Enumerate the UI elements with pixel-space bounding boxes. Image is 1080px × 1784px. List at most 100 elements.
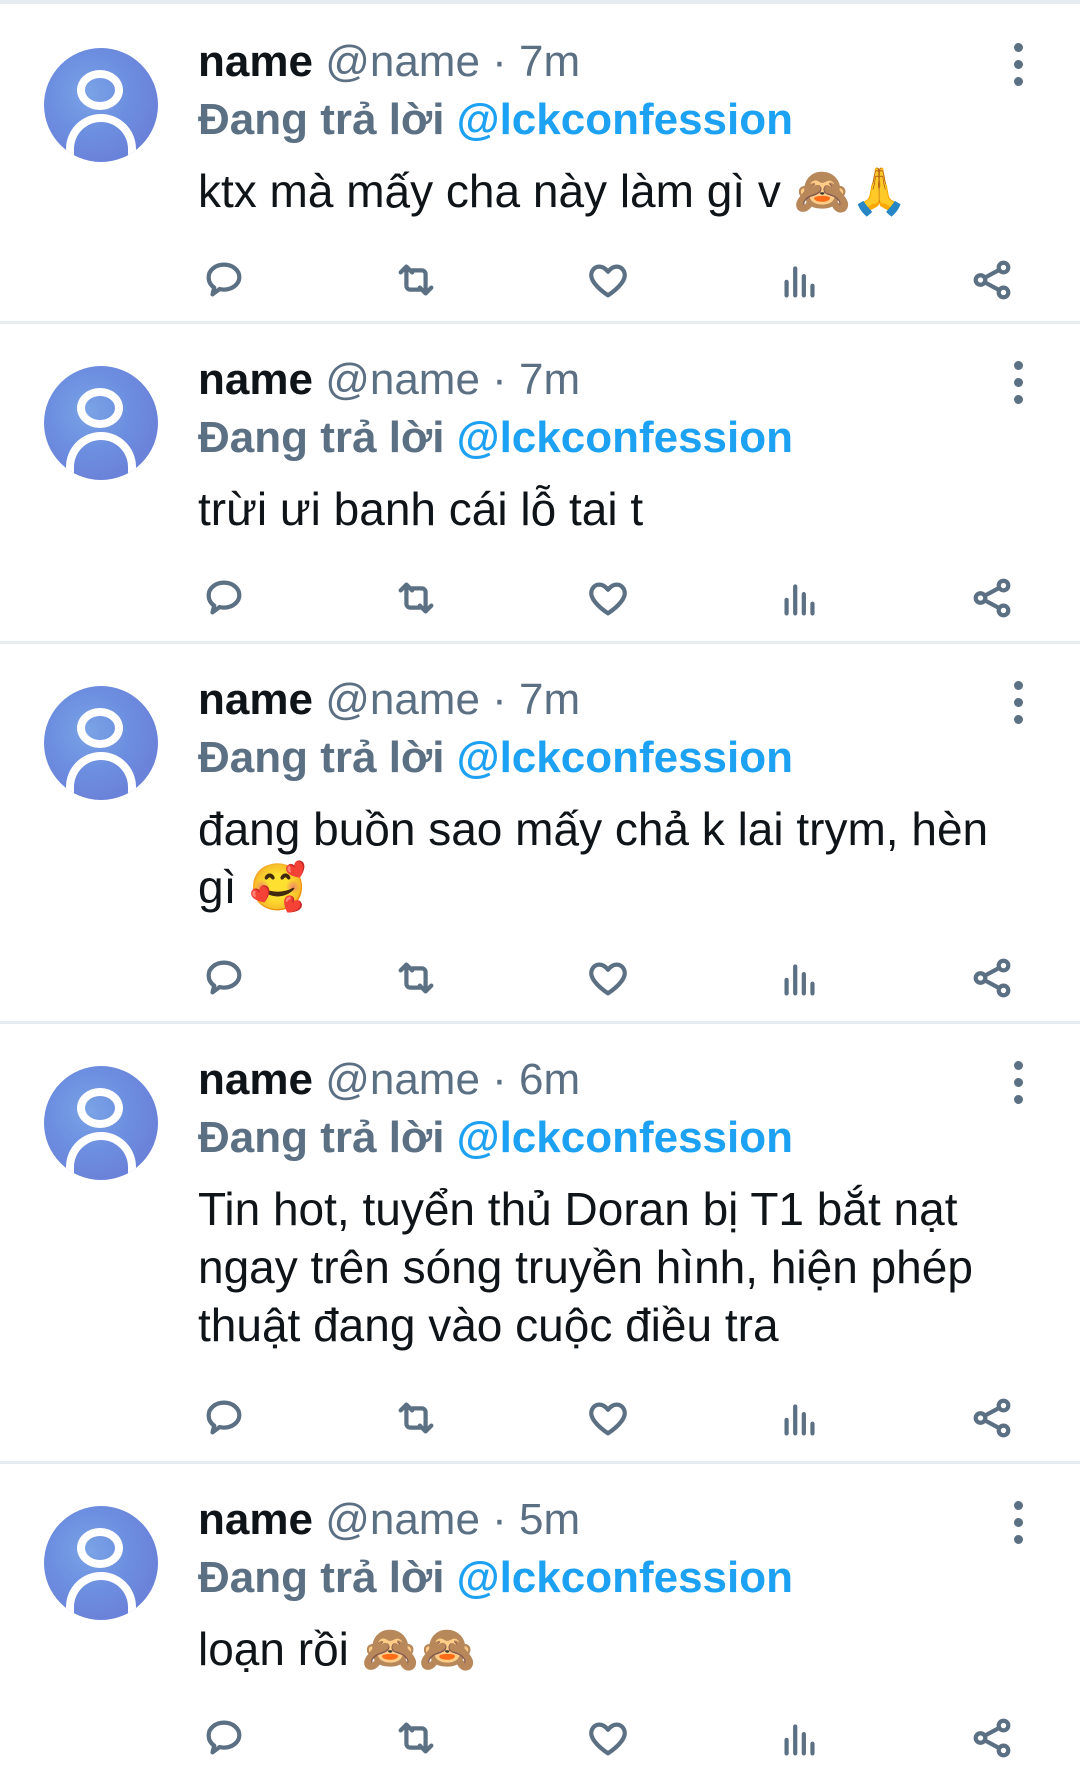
analytics-icon <box>784 1724 815 1756</box>
analytics-icon <box>784 1404 815 1436</box>
reply-context: Đang trả lời @lckconfession <box>198 1550 1020 1606</box>
reply-handle-link[interactable]: @lckconfession <box>457 95 793 144</box>
share-icon <box>973 1718 1011 1758</box>
reply-button[interactable] <box>198 952 250 1004</box>
like-button[interactable] <box>582 1392 634 1444</box>
display-name[interactable]: name <box>198 675 313 724</box>
analytics-button[interactable] <box>774 952 826 1004</box>
analytics-button[interactable] <box>774 254 826 306</box>
more-vertical-icon[interactable] <box>1006 672 1030 732</box>
timestamp[interactable]: 6m <box>519 1055 580 1104</box>
like-button[interactable] <box>582 1712 634 1764</box>
reply-handle-link[interactable]: @lckconfession <box>457 1553 793 1602</box>
analytics-button[interactable] <box>774 1712 826 1764</box>
reply-prefix: Đang trả lời <box>198 1553 445 1602</box>
reply-button[interactable] <box>198 254 250 306</box>
retweet-button[interactable] <box>390 1392 442 1444</box>
tweet-header: name @name · 6m <box>198 1052 1020 1108</box>
heart-icon <box>589 962 627 996</box>
tweet-text: Tin hot, tuyển thủ Doran bị T1 bắt nạt n… <box>198 1183 973 1351</box>
reply-button[interactable] <box>198 1392 250 1444</box>
avatar[interactable] <box>44 1066 158 1180</box>
share-button[interactable] <box>966 1712 1018 1764</box>
timestamp[interactable]: 7m <box>519 355 580 404</box>
heart-icon <box>589 582 627 616</box>
reply-button[interactable] <box>198 1712 250 1764</box>
avatar[interactable] <box>44 686 158 800</box>
user-handle[interactable]: @name <box>325 355 480 404</box>
share-icon <box>973 260 1011 300</box>
share-icon <box>973 958 1011 998</box>
more-vertical-icon[interactable] <box>1006 1492 1030 1552</box>
tweet-text: trừi ưi banh cái lỗ tai t <box>198 483 644 535</box>
reply-prefix: Đang trả lời <box>198 733 445 782</box>
reply-prefix: Đang trả lời <box>198 413 445 462</box>
reply-icon <box>206 1400 242 1435</box>
more-vertical-icon[interactable] <box>1006 352 1030 412</box>
retweet-icon <box>398 962 434 994</box>
retweet-button[interactable] <box>390 254 442 306</box>
analytics-button[interactable] <box>774 572 826 624</box>
tweet-header: name @name · 7m <box>198 34 1020 90</box>
reply-button[interactable] <box>198 572 250 624</box>
display-name[interactable]: name <box>198 1495 313 1544</box>
heart-icon <box>589 1402 627 1436</box>
like-button[interactable] <box>582 952 634 1004</box>
display-name[interactable]: name <box>198 1055 313 1104</box>
analytics-button[interactable] <box>774 1392 826 1444</box>
action-bar <box>198 1708 1018 1768</box>
display-name[interactable]: name <box>198 37 313 86</box>
reply-icon <box>206 1720 242 1755</box>
reply-handle-link[interactable]: @lckconfession <box>457 733 793 782</box>
separator-dot: · <box>492 37 507 86</box>
timestamp[interactable]: 7m <box>519 675 580 724</box>
more-vertical-icon[interactable] <box>1006 1052 1030 1112</box>
tweet-text: ktx mà mấy cha này làm gì v 🙈🙏 <box>198 165 909 217</box>
like-button[interactable] <box>582 254 634 306</box>
retweet-icon <box>398 264 434 296</box>
share-button[interactable] <box>966 952 1018 1004</box>
tweet-item[interactable]: name @name · 7m Đang trả lời @lckconfess… <box>0 644 1080 1024</box>
retweet-button[interactable] <box>390 952 442 1004</box>
analytics-icon <box>784 266 815 298</box>
action-bar <box>198 250 1018 310</box>
analytics-icon <box>784 584 815 616</box>
reply-handle-link[interactable]: @lckconfession <box>457 1113 793 1162</box>
user-handle[interactable]: @name <box>325 1495 480 1544</box>
avatar[interactable] <box>44 1506 158 1620</box>
timestamp[interactable]: 5m <box>519 1495 580 1544</box>
share-button[interactable] <box>966 254 1018 306</box>
like-button[interactable] <box>582 572 634 624</box>
timestamp[interactable]: 7m <box>519 37 580 86</box>
heart-icon <box>589 264 627 298</box>
reply-context: Đang trả lời @lckconfession <box>198 1110 1020 1166</box>
avatar[interactable] <box>44 48 158 162</box>
tweet-item[interactable]: name @name · 7m Đang trả lời @lckconfess… <box>0 4 1080 324</box>
user-handle[interactable]: @name <box>325 37 480 86</box>
retweet-icon <box>398 582 434 614</box>
share-button[interactable] <box>966 1392 1018 1444</box>
user-handle[interactable]: @name <box>325 1055 480 1104</box>
retweet-button[interactable] <box>390 1712 442 1764</box>
avatar[interactable] <box>44 366 158 480</box>
share-button[interactable] <box>966 572 1018 624</box>
separator-dot: · <box>492 355 507 404</box>
reply-icon <box>206 580 242 615</box>
tweet-item[interactable]: name @name · 7m Đang trả lời @lckconfess… <box>0 324 1080 644</box>
display-name[interactable]: name <box>198 355 313 404</box>
reply-context: Đang trả lời @lckconfession <box>198 410 1020 466</box>
user-handle[interactable]: @name <box>325 675 480 724</box>
retweet-button[interactable] <box>390 572 442 624</box>
tweet-item[interactable]: name @name · 5m Đang trả lời @lckconfess… <box>0 1464 1080 1784</box>
reply-icon <box>206 262 242 297</box>
tweet-text: loạn rồi 🙈🙈 <box>198 1623 477 1675</box>
reply-handle-link[interactable]: @lckconfession <box>457 413 793 462</box>
tweet-feed: name @name · 7m Đang trả lời @lckconfess… <box>0 0 1080 1784</box>
tweet-item[interactable]: name @name · 6m Đang trả lời @lckconfess… <box>0 1024 1080 1464</box>
separator-dot: · <box>492 675 507 724</box>
action-bar <box>198 568 1018 628</box>
tweet-header: name @name · 7m <box>198 672 1020 728</box>
share-icon <box>973 1398 1011 1438</box>
share-icon <box>973 578 1011 618</box>
more-vertical-icon[interactable] <box>1006 34 1030 94</box>
